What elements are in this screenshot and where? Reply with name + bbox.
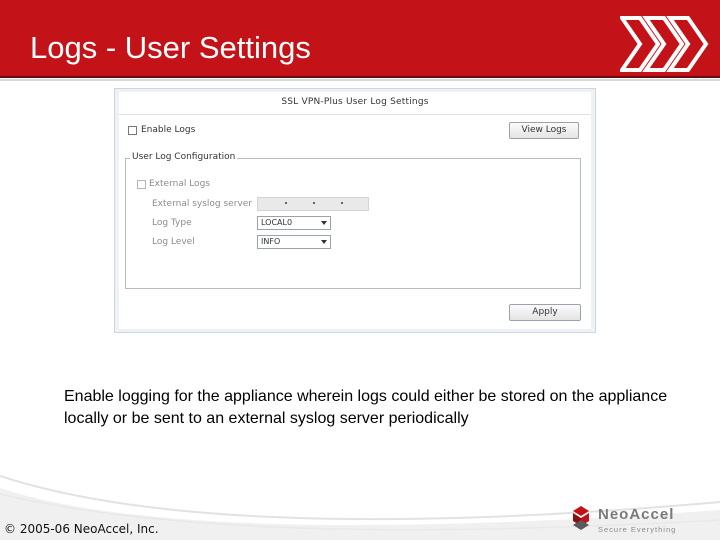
view-logs-button[interactable]: View Logs	[509, 122, 579, 139]
log-type-label: Log Type	[152, 218, 192, 228]
logo-tagline: Secure Everything	[598, 525, 677, 534]
log-level-value: INFO	[261, 237, 281, 246]
external-logs-label: External Logs	[149, 179, 210, 189]
syslog-server-ip-input[interactable]	[257, 197, 369, 211]
slide-title: Logs - User Settings	[30, 30, 311, 65]
panel-body: Enable Logs View Logs User Log Configura…	[119, 115, 591, 329]
copyright-notice: © 2005-06 NeoAccel, Inc.	[4, 522, 159, 536]
neoaccel-logo-mark-icon	[573, 506, 589, 530]
apply-button[interactable]: Apply	[509, 304, 581, 321]
syslog-server-label: External syslog server	[152, 199, 252, 209]
slide-title-bar: Logs - User Settings	[0, 0, 720, 78]
enable-logs-label: Enable Logs	[141, 125, 196, 135]
enable-logs-checkbox[interactable]	[128, 126, 137, 135]
user-log-configuration-group: User Log Configuration External Logs Ext…	[125, 152, 581, 289]
panel-title: SSL VPN-Plus User Log Settings	[281, 97, 429, 107]
slide-description: Enable logging for the appliance wherein…	[64, 388, 668, 427]
log-type-value: LOCAL0	[261, 218, 293, 227]
logo-wordmark: NeoAccel	[598, 506, 675, 523]
log-level-select[interactable]: INFO	[257, 235, 331, 249]
panel-header: SSL VPN-Plus User Log Settings	[119, 92, 591, 115]
dropdown-arrow-icon	[321, 221, 327, 225]
log-type-select[interactable]: LOCAL0	[257, 216, 331, 230]
log-settings-panel: SSL VPN-Plus User Log Settings Enable Lo…	[114, 88, 596, 333]
log-level-label: Log Level	[152, 237, 195, 247]
title-divider	[0, 79, 720, 81]
neoaccel-logo: NeoAccel Secure Everything	[568, 504, 713, 538]
dropdown-arrow-icon	[321, 240, 327, 244]
external-logs-checkbox[interactable]	[137, 180, 146, 189]
chevron-arrows-icon	[620, 16, 709, 72]
user-log-configuration-legend: User Log Configuration	[130, 152, 238, 162]
